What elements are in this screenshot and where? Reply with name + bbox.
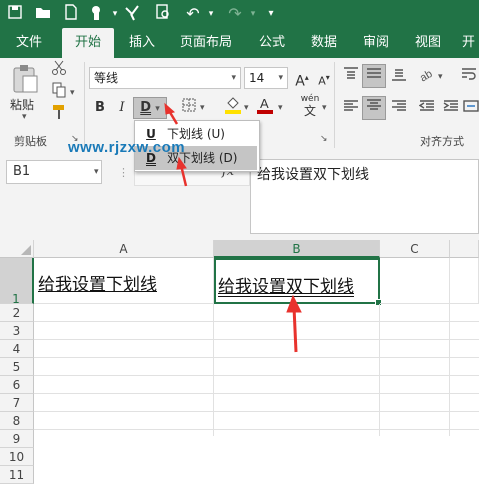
arrow-double-underline-head	[176, 156, 187, 170]
arrow-cell-b1	[292, 306, 298, 353]
arrow-underline-dropdown-head	[164, 102, 176, 115]
row-header-11[interactable]: 11	[0, 466, 34, 484]
arrow-cell-b1-head	[286, 294, 302, 313]
row-header-10[interactable]: 10	[0, 448, 34, 466]
annotation-arrows	[164, 102, 302, 353]
